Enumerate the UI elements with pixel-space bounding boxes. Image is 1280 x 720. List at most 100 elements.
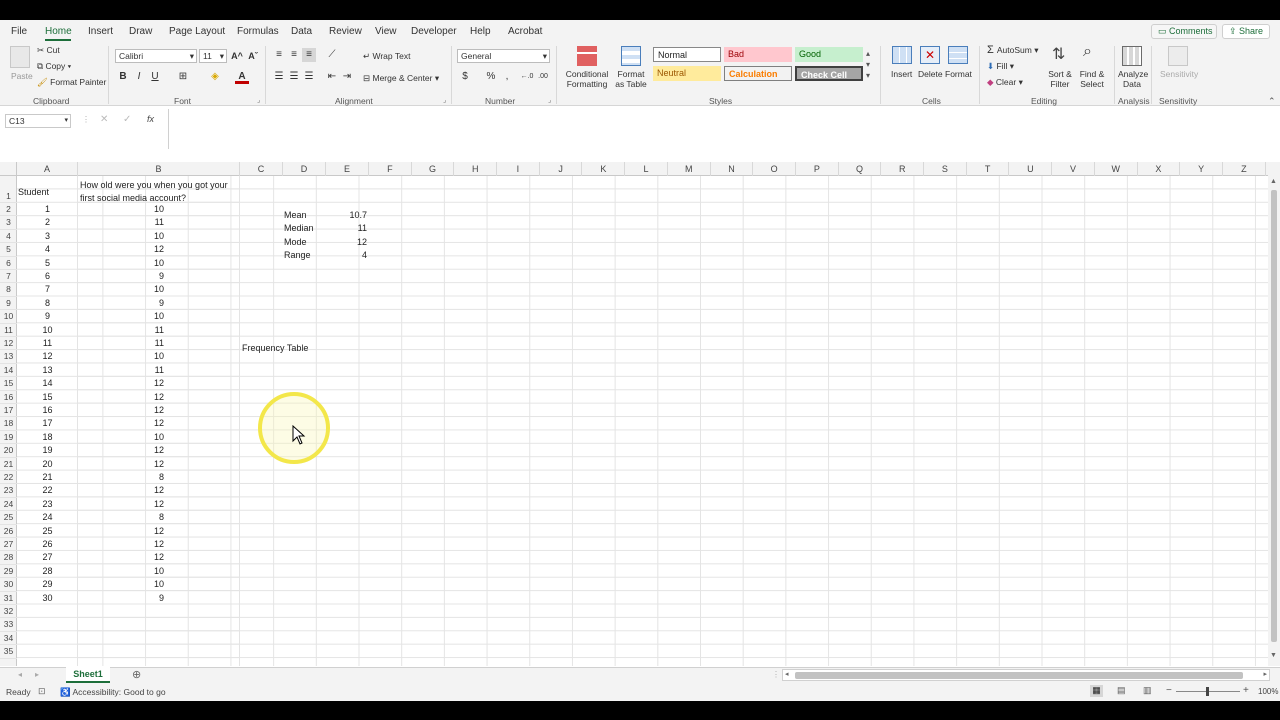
align-bottom-icon[interactable]: ≡ — [302, 48, 316, 62]
conditional-formatting-button[interactable]: Conditional Formatting — [564, 69, 610, 89]
decrease-decimal-icon[interactable]: .00 — [536, 70, 550, 84]
row-header-26[interactable]: 26 — [0, 525, 17, 538]
accessibility-status[interactable]: ♿ Accessibility: Good to go — [60, 687, 166, 698]
age-cell[interactable]: 12 — [78, 404, 164, 417]
row-header-13[interactable]: 13 — [0, 350, 17, 364]
row-header-15[interactable]: 15 — [0, 377, 17, 391]
student-cell[interactable]: 24 — [17, 511, 78, 524]
scroll-down-icon[interactable]: ▼ — [1270, 652, 1277, 659]
style-neutral[interactable]: Neutral — [653, 66, 721, 81]
style-bad[interactable]: Bad — [724, 47, 792, 62]
column-header-f[interactable]: F — [369, 162, 412, 176]
student-cell[interactable]: 20 — [17, 458, 78, 471]
student-cell[interactable]: 1 — [17, 203, 78, 216]
column-header-v[interactable]: V — [1052, 162, 1095, 176]
format-as-table-button[interactable]: Format as Table — [612, 69, 650, 89]
row-header-1[interactable]: 1 — [0, 176, 17, 203]
insert-function-button[interactable]: fx — [147, 114, 154, 124]
age-cell[interactable]: 9 — [78, 297, 164, 310]
stat-value-mean[interactable]: 10.7 — [327, 209, 367, 222]
delete-cells-icon[interactable]: ✕ — [920, 46, 940, 64]
h-scroll-thumb[interactable] — [795, 672, 1243, 679]
row-header-2[interactable]: 2 — [0, 203, 17, 217]
tab-insert[interactable]: Insert — [88, 26, 113, 37]
student-cell[interactable]: 9 — [17, 310, 78, 323]
age-cell[interactable]: 12 — [78, 243, 164, 256]
paste-button[interactable]: Paste — [11, 71, 33, 81]
column-header-x[interactable]: X — [1138, 162, 1181, 176]
drag-handle-icon[interactable]: ⋮ — [772, 670, 780, 679]
age-cell[interactable]: 12 — [78, 417, 164, 430]
format-cells-button[interactable]: Format — [945, 69, 972, 79]
row-header-14[interactable]: 14 — [0, 364, 17, 378]
student-cell[interactable]: 7 — [17, 283, 78, 296]
tab-formulas[interactable]: Formulas — [237, 26, 279, 37]
styles-scroll-icon[interactable]: ▴ ▾ ▾ — [866, 48, 870, 81]
tab-view[interactable]: View — [375, 26, 397, 37]
increase-indent-icon[interactable]: ⇥ — [340, 70, 354, 84]
zoom-level[interactable]: 100% — [1258, 687, 1278, 696]
autosum-button[interactable]: Σ AutoSum ▾ — [987, 45, 1038, 56]
column-header-w[interactable]: W — [1095, 162, 1138, 176]
column-header-c[interactable]: C — [240, 162, 283, 176]
macro-record-icon[interactable]: ⊡ — [38, 686, 46, 697]
age-cell[interactable]: 12 — [78, 498, 164, 511]
cell-a1[interactable]: Student — [18, 186, 49, 199]
column-header-r[interactable]: R — [881, 162, 925, 176]
stat-label-mode[interactable]: Mode — [284, 236, 307, 249]
normal-view-icon[interactable]: ▦ — [1090, 685, 1103, 697]
row-header-18[interactable]: 18 — [0, 417, 17, 431]
age-cell[interactable]: 12 — [78, 551, 164, 564]
student-cell[interactable]: 3 — [17, 230, 78, 243]
age-cell[interactable]: 11 — [78, 364, 164, 377]
merge-center-button[interactable]: ⊟ Merge & Center ▾ — [363, 73, 439, 83]
sheet-tab-sheet1[interactable]: Sheet1 — [66, 667, 110, 683]
student-cell[interactable]: 21 — [17, 471, 78, 484]
column-header-n[interactable]: N — [711, 162, 754, 176]
column-header-m[interactable]: M — [668, 162, 711, 176]
row-header-11[interactable]: 11 — [0, 324, 17, 337]
student-cell[interactable]: 5 — [17, 257, 78, 270]
row-header-35[interactable]: 35 — [0, 645, 17, 659]
decrease-indent-icon[interactable]: ⇤ — [325, 70, 339, 84]
age-cell[interactable]: 10 — [78, 203, 164, 216]
zoom-out-icon[interactable]: − — [1166, 685, 1172, 696]
column-header-p[interactable]: P — [796, 162, 839, 176]
stat-label-mean[interactable]: Mean — [284, 209, 307, 222]
font-color-icon[interactable]: A — [235, 70, 249, 84]
stat-value-mode[interactable]: 12 — [327, 236, 367, 249]
comments-button[interactable]: ▭ Comments — [1151, 24, 1217, 39]
student-cell[interactable]: 29 — [17, 578, 78, 591]
age-cell[interactable]: 12 — [78, 444, 164, 457]
conditional-formatting-icon[interactable] — [577, 46, 597, 66]
font-size-select[interactable]: 11 ▾ — [199, 49, 227, 63]
column-header-y[interactable]: Y — [1180, 162, 1223, 176]
analyze-data-button[interactable]: Analyze Data — [1118, 69, 1148, 89]
student-cell[interactable]: 23 — [17, 498, 78, 511]
student-cell[interactable]: 16 — [17, 404, 78, 417]
student-cell[interactable]: 22 — [17, 484, 78, 497]
student-cell[interactable]: 18 — [17, 431, 78, 444]
stat-label-median[interactable]: Median — [284, 222, 314, 235]
increase-font-icon[interactable]: A^ — [230, 49, 244, 63]
vertical-scrollbar[interactable]: ▲ ▼ — [1268, 162, 1280, 666]
student-cell[interactable]: 11 — [17, 337, 78, 350]
column-header-t[interactable]: T — [967, 162, 1010, 176]
decrease-font-icon[interactable]: Aˇ — [246, 49, 260, 63]
tab-file[interactable]: File — [11, 26, 27, 37]
age-cell[interactable]: 10 — [78, 578, 164, 591]
student-cell[interactable]: 4 — [17, 243, 78, 256]
age-cell[interactable]: 11 — [78, 337, 164, 350]
align-top-icon[interactable]: ≡ — [272, 48, 286, 62]
style-calculation[interactable]: Calculation — [724, 66, 792, 81]
insert-cells-icon[interactable] — [892, 46, 912, 64]
zoom-in-icon[interactable]: + — [1243, 685, 1249, 696]
tab-data[interactable]: Data — [291, 26, 312, 37]
tab-review[interactable]: Review — [329, 26, 362, 37]
student-cell[interactable]: 8 — [17, 297, 78, 310]
sensitivity-icon[interactable] — [1168, 46, 1188, 66]
age-cell[interactable]: 12 — [78, 377, 164, 390]
column-header-h[interactable]: H — [454, 162, 498, 176]
row-header-7[interactable]: 7 — [0, 270, 17, 284]
student-cell[interactable]: 14 — [17, 377, 78, 390]
